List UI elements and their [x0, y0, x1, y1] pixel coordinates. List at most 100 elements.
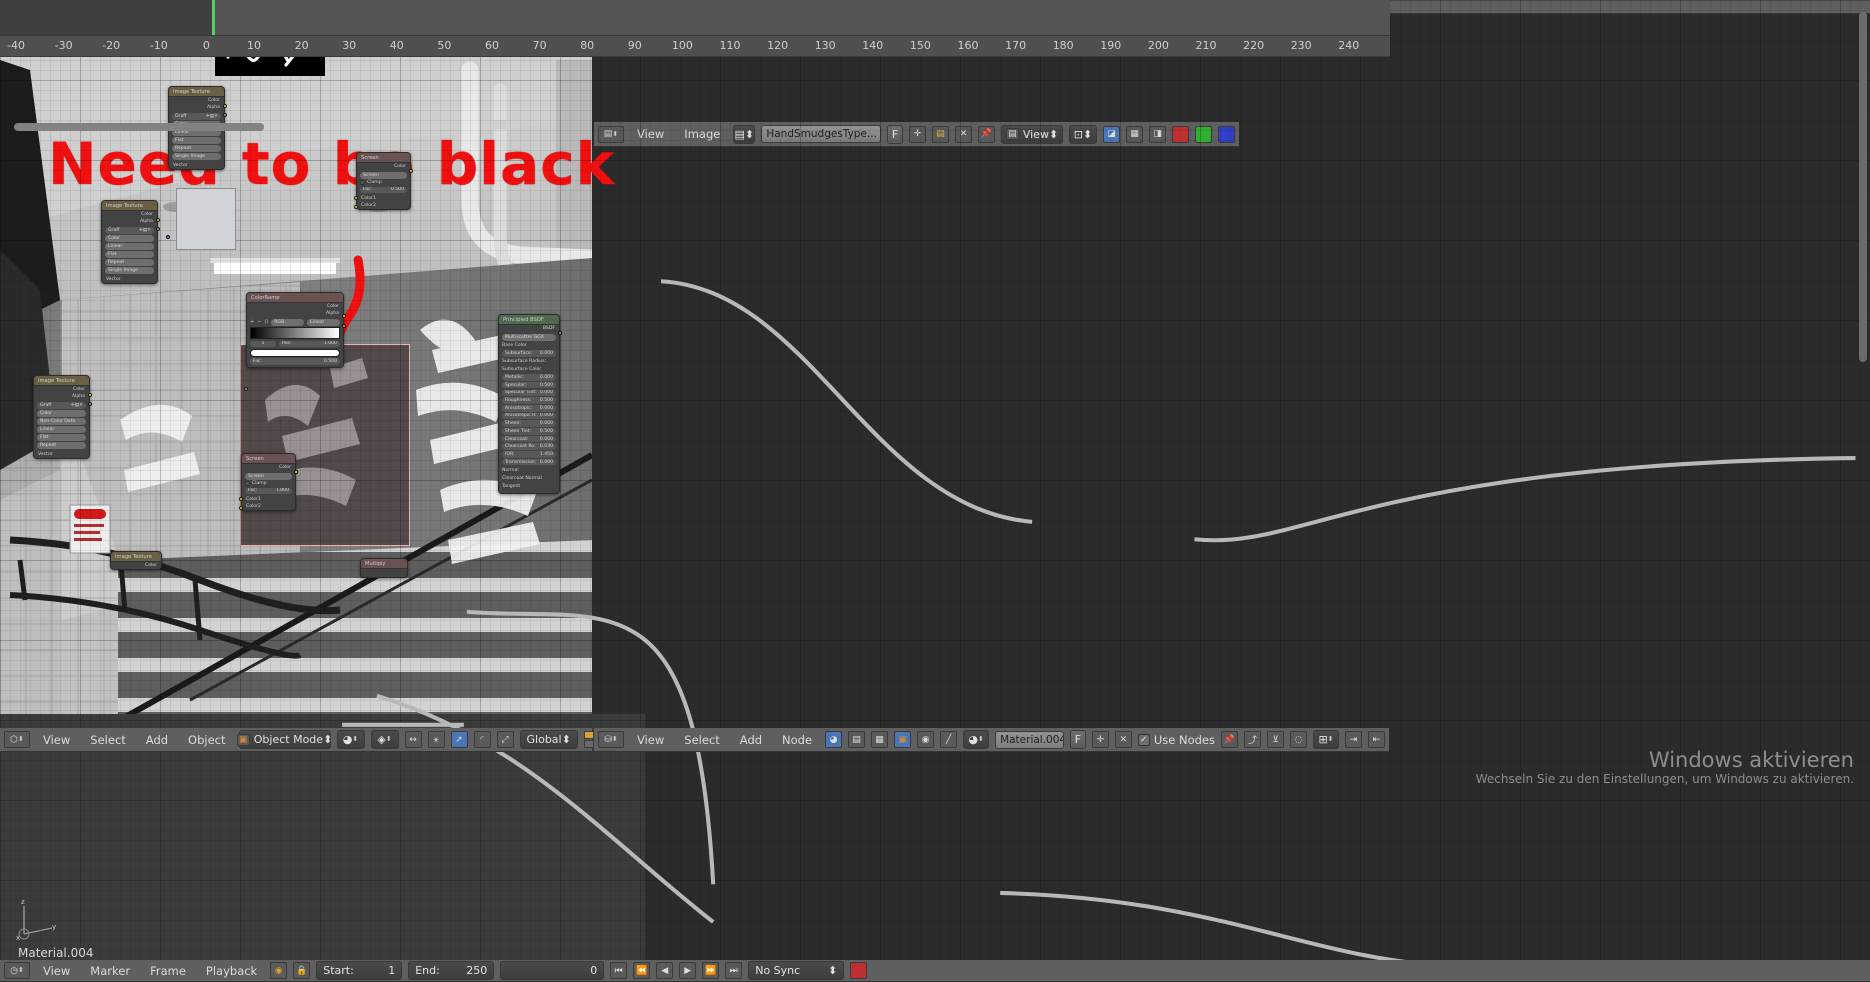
- timeline-tick: -30: [54, 39, 73, 52]
- editor-type-icon[interactable]: ⛁ ⬍: [598, 731, 624, 748]
- timeline-tick: 10: [247, 39, 261, 52]
- timeline-tick: 210: [1195, 39, 1217, 52]
- scale-manipulator-icon[interactable]: ⤢: [496, 731, 514, 748]
- timeline-tick: 70: [532, 39, 547, 52]
- end-value: 250: [466, 964, 488, 977]
- timeline-view-menu[interactable]: View: [36, 962, 77, 980]
- timeline-header: ◷ ⬍ View Marker Frame Playback ◉ 🔒 Start:…: [0, 960, 1870, 982]
- viewport-object-menu[interactable]: Object: [181, 731, 232, 749]
- footer-material-name-field[interactable]: Material.004: [995, 730, 1064, 749]
- auto-offset-icon[interactable]: ⇥: [1345, 731, 1362, 748]
- node-footer-node-menu[interactable]: Node: [775, 731, 819, 749]
- watermark-line1: Windows aktivieren: [1648, 748, 1854, 772]
- timeline-tick: 240: [1338, 39, 1360, 52]
- snap-to-node-icon[interactable]: ⊻: [1267, 731, 1284, 748]
- manipulator-toggle-icon[interactable]: ⚹: [427, 731, 445, 748]
- timeline-tick: 190: [1100, 39, 1122, 52]
- timeline-ruler[interactable]: -40 -30 -20 -10 0 10 20 30 40 50 60 70 80 90 100 110 120…: [0, 35, 1390, 57]
- windows-activation-watermark: Windows aktivieren Wechseln Sie zu den E…: [1476, 748, 1854, 786]
- pin-icon[interactable]: 📌: [1221, 731, 1238, 748]
- use-nodes-label: Use Nodes: [1153, 732, 1215, 747]
- object-mode-icon: ▣: [236, 733, 250, 746]
- timeline-tick: 180: [1052, 39, 1074, 52]
- timeline-tick: -40: [7, 39, 25, 52]
- timeline-tick: 170: [1005, 39, 1027, 52]
- texture-tree-icon[interactable]: ▦: [871, 731, 889, 748]
- jump-end-icon[interactable]: ⏭: [725, 962, 743, 979]
- interaction-mode-selector[interactable]: ▣ Object Mode ⬍: [236, 730, 332, 749]
- start-label: Start:: [323, 964, 354, 977]
- timeline-frame-menu[interactable]: Frame: [143, 962, 193, 980]
- timeline-tick: 120: [767, 39, 789, 52]
- shader-object-icon[interactable]: ▣: [894, 731, 912, 748]
- timeline-tick: 160: [957, 39, 979, 52]
- auto-keyframe-icon[interactable]: ◉: [270, 962, 288, 979]
- timeline-tick: 40: [389, 39, 404, 52]
- go-to-parent-icon[interactable]: ⤴: [1244, 731, 1261, 748]
- end-label: End:: [415, 964, 440, 977]
- timeline-tick: 0: [202, 39, 210, 52]
- viewport-add-menu[interactable]: Add: [139, 731, 175, 749]
- timeline-tick: -10: [149, 39, 168, 52]
- transform-orientation-value: Global: [526, 733, 562, 746]
- jump-start-icon[interactable]: ⏮: [610, 962, 628, 979]
- timeline-tick: 30: [342, 39, 357, 52]
- timeline-tick: 100: [671, 39, 693, 52]
- editor-type-icon[interactable]: ⬡ ⬍: [4, 731, 30, 748]
- shader-world-icon[interactable]: ◉: [917, 731, 935, 748]
- node-editor-canvas[interactable]: Image Texture Color Alpha Graff✛▤✕ Color…: [0, 0, 1870, 982]
- shader-tree-icon[interactable]: ◕: [825, 731, 843, 748]
- rotate-manipulator-icon[interactable]: ◜: [473, 731, 491, 748]
- interaction-mode-value: Object Mode: [253, 733, 324, 746]
- timeline-tick: 200: [1147, 39, 1169, 52]
- shader-linestyle-icon[interactable]: ╱: [940, 731, 958, 748]
- transform-orientation-selector[interactable]: Global ⬍: [519, 730, 578, 749]
- unlink-material-icon[interactable]: ✕: [1114, 731, 1132, 748]
- node-footer-select-menu[interactable]: Select: [677, 731, 726, 749]
- editor-type-icon[interactable]: ◷ ⬍: [4, 962, 30, 979]
- timeline-playhead[interactable]: [212, 0, 215, 35]
- watermark-line2: Wechseln Sie zu den Einstellungen, um Wi…: [1475, 772, 1854, 786]
- start-value: 1: [388, 964, 396, 977]
- keying-set-lock-icon[interactable]: 🔒: [293, 962, 311, 979]
- viewport-select-menu[interactable]: Select: [83, 731, 132, 749]
- snap-element-selector[interactable]: ⊞ ⬍: [1313, 730, 1339, 749]
- timeline-playback-menu[interactable]: Playback: [199, 962, 264, 980]
- play-icon[interactable]: ▶: [679, 962, 697, 979]
- timeline-tick: -20: [102, 39, 121, 52]
- node-insert-icon[interactable]: ⇤: [1368, 731, 1385, 748]
- viewport-header: ⬡ ⬍ View Select Add Object ▣ Object Mode …: [0, 728, 694, 752]
- sync-mode-value: No Sync: [755, 964, 801, 977]
- material-browse-button[interactable]: ◕ ⬍: [963, 730, 990, 749]
- timeline-marker-menu[interactable]: Marker: [83, 962, 137, 980]
- timeline-tick: 140: [862, 39, 884, 52]
- record-icon[interactable]: [850, 962, 868, 979]
- outliner-hscrollbar[interactable]: [14, 123, 264, 131]
- timeline-tick: 130: [814, 39, 836, 52]
- timeline-cached-region: [0, 0, 212, 35]
- timeline-tick: 220: [1243, 39, 1265, 52]
- timeline-tick: 110: [719, 39, 741, 52]
- node-footer-view-menu[interactable]: View: [630, 731, 671, 749]
- start-frame-field[interactable]: Start: 1: [316, 961, 403, 980]
- prev-keyframe-icon[interactable]: ⏪: [633, 962, 651, 979]
- proportional-edit-icon[interactable]: ◌: [1290, 731, 1307, 748]
- timeline-tick: 50: [437, 39, 452, 52]
- viewport-view-menu[interactable]: View: [36, 731, 77, 749]
- new-material-icon[interactable]: ✛: [1091, 731, 1109, 748]
- viewport-shading-selector[interactable]: ◕ ⬍: [336, 730, 365, 749]
- pivot-individual-icon[interactable]: ↔: [404, 731, 422, 748]
- timeline-track-area[interactable]: [0, 0, 1390, 35]
- current-frame-field[interactable]: 0: [500, 961, 605, 980]
- node-footer-add-menu[interactable]: Add: [733, 731, 769, 749]
- compositing-tree-icon[interactable]: ▤: [848, 731, 866, 748]
- sync-mode-selector[interactable]: No Sync ⬍: [748, 961, 845, 980]
- play-reverse-icon[interactable]: ◀: [656, 962, 674, 979]
- footer-fake-user-button[interactable]: F: [1069, 730, 1086, 749]
- use-nodes-checkbox[interactable]: ✓: [1137, 733, 1150, 746]
- translate-manipulator-icon[interactable]: ➚: [450, 731, 468, 748]
- pivot-point-selector[interactable]: ◈ ⬍: [370, 730, 399, 749]
- next-keyframe-icon[interactable]: ⏩: [702, 962, 720, 979]
- timeline-tick: 150: [909, 39, 931, 52]
- end-frame-field[interactable]: End: 250: [408, 961, 495, 980]
